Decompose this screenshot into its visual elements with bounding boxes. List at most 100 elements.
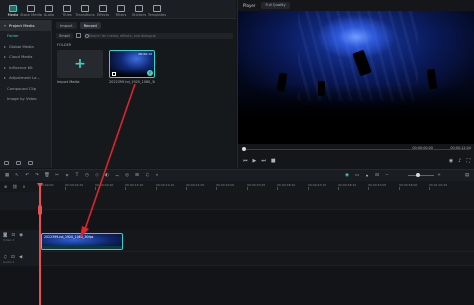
folder-heading: FOLDER	[57, 43, 72, 47]
sidebar-item-project-media[interactable]: ▾ Project Media	[0, 20, 51, 31]
camera-icon[interactable]: ◉	[449, 158, 453, 164]
zoom-handle[interactable]	[416, 173, 420, 177]
sidebar-item-label: Adjustment La...	[9, 75, 41, 81]
effects-icon	[99, 5, 107, 12]
split-icon[interactable]: ✂	[54, 173, 60, 178]
more-icon[interactable]: »	[154, 173, 160, 178]
toolbar-stock-media[interactable]: Stock Media	[20, 0, 42, 18]
empty-lane[interactable]	[40, 192, 474, 210]
sidebar-item-compound-clip[interactable]: Compound Clip	[0, 83, 51, 94]
timeline-ruler[interactable]: ⊕ ⛓ ∩ 00:00:00 00:00:04:25 00:00:09:20 0…	[0, 181, 474, 192]
ruler-tick: 00:00:09:20	[95, 183, 114, 190]
zoom-out-icon[interactable]: −	[384, 173, 390, 178]
select-icon[interactable]: ↖	[14, 173, 20, 178]
transform-icon[interactable]: ⊞	[134, 173, 140, 178]
text-icon[interactable]: T	[74, 173, 80, 178]
audio-edit-icon[interactable]: ♫	[144, 173, 150, 178]
media-clip-thumb[interactable]: 00:00:12 ✓	[109, 50, 155, 78]
mask-icon[interactable]: ◎	[124, 173, 130, 178]
sidebar-item-image-by-video[interactable]: Image by Video	[0, 94, 51, 105]
media-clip-card[interactable]: 00:00:12 ✓ 2022399-hd_1920_1080_30fps	[109, 50, 155, 84]
templates-icon	[153, 5, 161, 12]
link-icon[interactable]: ⛓	[12, 184, 17, 189]
timeline-clip-name: 2022399-hd_1920_1080_30fps	[44, 235, 94, 239]
player-panel: Player Full Quality 00:00:00:00 00:00:12…	[237, 0, 474, 168]
import-button[interactable]: Import	[56, 22, 77, 29]
snap-icon[interactable]: ⊟	[374, 173, 380, 178]
video-track-tools: ◙ ⊡ ◉	[0, 230, 39, 238]
sidebar-item-global-media[interactable]: ▸ Global Media	[0, 41, 51, 52]
video-preview[interactable]	[238, 11, 474, 144]
sort-dropdown[interactable]: Smart	[56, 32, 73, 39]
main-toolbar: Media Stock Media Audio Titles Transitio…	[0, 0, 236, 19]
eye-icon[interactable]: ◉	[19, 233, 23, 238]
zoom-in-icon[interactable]: +	[436, 173, 442, 178]
quality-dropdown[interactable]: Full Quality	[261, 2, 290, 9]
delete-icon[interactable]	[112, 72, 116, 76]
video-editor-app: Media Stock Media Audio Titles Transitio…	[0, 0, 474, 305]
chevron-down-icon: ▾	[4, 22, 7, 28]
layout-icon[interactable]: ▤	[464, 173, 470, 178]
crop-icon[interactable]: ⌗	[64, 173, 70, 179]
sidebar-item-cloud-media[interactable]: ▸ Cloud Media	[0, 52, 51, 63]
render-icon[interactable]: ▭	[354, 173, 360, 178]
toolbar-filters[interactable]: Filters	[112, 0, 130, 18]
delete-icon[interactable]: 🗑	[44, 173, 50, 178]
mic-icon[interactable]: ⏺	[364, 173, 370, 179]
magnet-icon[interactable]: ∩	[22, 184, 25, 189]
toolbar-stickers[interactable]: Stickers	[130, 0, 148, 18]
add-track-icon[interactable]: ⊕	[4, 184, 7, 189]
import-media-label: Import Media	[57, 80, 80, 84]
zoom-slider[interactable]	[408, 175, 434, 176]
speaker-icon[interactable]: ◀	[19, 255, 22, 260]
toolbar-templates[interactable]: Templates	[148, 0, 166, 18]
search-input[interactable]: Search for media, effects, and dialogue	[83, 32, 233, 39]
video-track-label: Video 1	[3, 238, 15, 242]
undo-icon[interactable]: ↶	[24, 173, 30, 178]
import-media-card[interactable]: + Import Media	[57, 50, 103, 84]
toolbar-effects[interactable]: Effects	[94, 0, 112, 18]
ruler-tick: 00:00:48:10	[338, 183, 357, 190]
new-folder-icon[interactable]	[4, 161, 9, 165]
speed-icon[interactable]: ⤳	[114, 173, 120, 179]
scrub-track[interactable]	[243, 149, 470, 150]
toolbar-transitions[interactable]: Transitions	[75, 0, 95, 18]
import-media-thumb[interactable]: +	[57, 50, 103, 78]
toolbar-media-label: Media	[7, 13, 19, 17]
sidebar-item-influence-kit[interactable]: ▸ Influence Kit	[0, 62, 51, 73]
color-icon[interactable]: ◐	[104, 173, 110, 178]
check-icon: ✓	[147, 70, 153, 76]
redo-icon[interactable]: ↷	[34, 173, 40, 178]
fullscreen-icon[interactable]: ⛶	[466, 158, 470, 164]
scrub-handle[interactable]	[242, 147, 246, 151]
record-button[interactable]: Record	[79, 22, 101, 29]
sidebar-item-label: Folder	[7, 33, 19, 39]
volume-icon[interactable]: ♪	[458, 158, 461, 164]
folder-icon[interactable]	[16, 161, 21, 165]
raised-hand	[426, 68, 438, 90]
grid-icon[interactable]: ▦	[4, 173, 10, 178]
chevron-right-icon: ▸	[4, 64, 7, 70]
step-back-icon[interactable]: ⏮	[243, 158, 248, 164]
audio-track-tools: ♫ ⊡ ◀	[0, 252, 39, 260]
sidebar-item-adjustment-layer[interactable]: ▸ Adjustment La...	[0, 73, 51, 84]
sidebar-item-label: Influence Kit	[9, 64, 33, 70]
toolbar-titles[interactable]: Titles	[58, 0, 76, 18]
ai-icon[interactable]: ◉	[344, 173, 350, 178]
sidebar-item-folder[interactable]: Folder	[0, 31, 51, 42]
collapse-icon[interactable]	[28, 161, 33, 165]
timeline-video-clip[interactable]: 2022399-hd_1920_1080_30fps	[41, 233, 123, 250]
ruler-tick: 00:00:29:00	[216, 183, 235, 190]
stop-icon[interactable]: ■	[271, 158, 276, 164]
play-icon[interactable]: ▶	[253, 158, 257, 164]
filter-icon[interactable]	[75, 33, 81, 38]
clip-audio-strip	[42, 246, 122, 249]
audio-lane[interactable]	[40, 252, 474, 266]
timer-icon[interactable]: ◷	[84, 173, 90, 178]
toolbar-audio[interactable]: Audio	[40, 0, 58, 18]
transport-controls: ⏮ ▶ ⏭ ■	[243, 158, 276, 164]
marker-icon[interactable]: ◇	[94, 173, 100, 178]
playhead[interactable]	[39, 183, 41, 305]
step-forward-icon[interactable]: ⏭	[261, 158, 266, 164]
playhead-marker[interactable]	[38, 205, 42, 215]
